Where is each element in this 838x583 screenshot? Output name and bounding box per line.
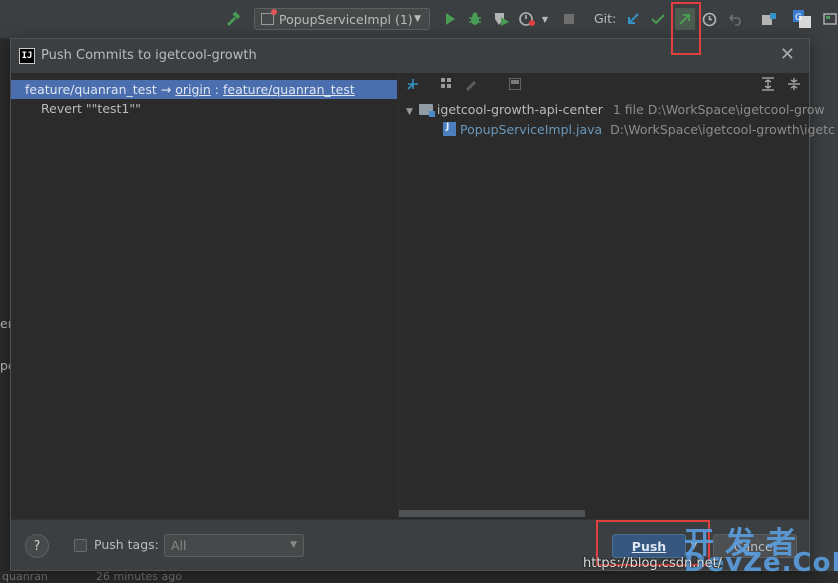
- tree-module-row[interactable]: ▼ igetcool-growth-api-center 1 file D:\Wo…: [406, 102, 825, 117]
- push-tags-label[interactable]: Push tags:: [94, 537, 159, 552]
- branch-separator: :: [214, 82, 220, 97]
- translate-icon[interactable]: G: [792, 9, 812, 29]
- ide-right-background: [810, 38, 838, 583]
- changes-panel: ▼ igetcool-growth-api-center 1 file D:\Wo…: [399, 73, 835, 519]
- stop-icon[interactable]: [561, 11, 577, 27]
- cancel-button[interactable]: Cancel: [713, 534, 797, 558]
- tree-file-row[interactable]: PopupServiceImpl.java D:\WorkSpace\igetc…: [443, 122, 835, 137]
- help-button[interactable]: ?: [25, 534, 49, 558]
- git-update-icon[interactable]: [624, 10, 642, 28]
- local-branch: feature/quanran_test: [25, 82, 157, 97]
- module-meta: 1 file D:\WorkSpace\igetcool-grow: [612, 102, 825, 117]
- file-name: PopupServiceImpl.java: [460, 122, 603, 137]
- intellij-logo-icon: IJ: [19, 48, 35, 64]
- run-configuration-label: PopupServiceImpl (1): [279, 11, 413, 27]
- run-icon[interactable]: [441, 10, 459, 28]
- push-tags-checkbox[interactable]: [74, 539, 87, 552]
- chevron-down-icon[interactable]: ▼: [406, 107, 413, 117]
- close-icon[interactable]: ✕: [780, 45, 795, 65]
- debug-icon[interactable]: [466, 10, 484, 28]
- background-author-fragment: quanran: [2, 570, 48, 583]
- push-tags-select[interactable]: All ▼: [164, 534, 304, 557]
- chevron-down-icon: ▼: [414, 14, 421, 24]
- edit-source-icon[interactable]: [463, 76, 479, 92]
- configuration-icon: [261, 9, 277, 25]
- module-name: igetcool-growth-api-center: [436, 102, 603, 117]
- svg-text:G: G: [795, 13, 802, 23]
- git-history-icon[interactable]: [700, 10, 718, 28]
- expand-diff-icon[interactable]: [405, 76, 421, 92]
- chevron-down-icon: ▼: [290, 540, 297, 550]
- horizontal-scrollbar[interactable]: [399, 510, 585, 517]
- collapse-all-icon[interactable]: [786, 76, 802, 92]
- file-meta: D:\WorkSpace\igetcool-growth\igetc: [610, 122, 835, 137]
- push-options-dropdown[interactable]: ▼: [687, 534, 701, 558]
- project-structure-icon[interactable]: [760, 10, 778, 28]
- dialog-title: Push Commits to igetcool-growth: [41, 48, 257, 63]
- branch-row[interactable]: feature/quanran_test → origin : feature/…: [11, 80, 397, 99]
- remote-link[interactable]: origin: [175, 82, 211, 97]
- watermark-url: https://blog.csdn.net/: [583, 556, 723, 571]
- group-by-icon[interactable]: [439, 76, 455, 92]
- commits-panel: feature/quanran_test → origin : feature/…: [11, 73, 398, 519]
- terminal-icon[interactable]: [822, 10, 838, 28]
- push-commits-dialog: IJ Push Commits to igetcool-growth ✕ fea…: [10, 38, 835, 571]
- branch-arrow: →: [160, 82, 172, 97]
- profile-dropdown-icon[interactable]: ▼: [540, 12, 550, 26]
- module-folder-icon: [418, 104, 435, 117]
- profile-icon[interactable]: [518, 10, 538, 28]
- run-configuration-select[interactable]: PopupServiceImpl (1) ▼: [254, 8, 430, 30]
- git-rollback-icon[interactable]: [727, 10, 745, 28]
- background-time-fragment: 26 minutes ago: [96, 570, 182, 583]
- build-hammer-icon[interactable]: [224, 10, 242, 28]
- git-push-icon[interactable]: [675, 8, 695, 30]
- coverage-icon[interactable]: [492, 10, 512, 28]
- git-commit-icon[interactable]: [649, 10, 667, 28]
- ide-toolbar: PopupServiceImpl (1) ▼ ▼ Git: G: [0, 0, 838, 39]
- dialog-titlebar: IJ Push Commits to igetcool-growth ✕: [11, 39, 809, 73]
- changes-toolbar: [399, 73, 809, 95]
- preview-icon[interactable]: [507, 76, 523, 92]
- commit-list-item[interactable]: Revert ""test1"": [41, 101, 141, 116]
- push-tags-value: All: [171, 538, 187, 553]
- remote-branch-link[interactable]: feature/quanran_test: [223, 82, 355, 97]
- push-button-label: Push: [631, 538, 667, 554]
- git-label: Git:: [594, 11, 617, 26]
- push-button[interactable]: Push: [612, 534, 686, 558]
- java-file-icon: [443, 122, 456, 136]
- expand-all-icon[interactable]: [760, 76, 776, 92]
